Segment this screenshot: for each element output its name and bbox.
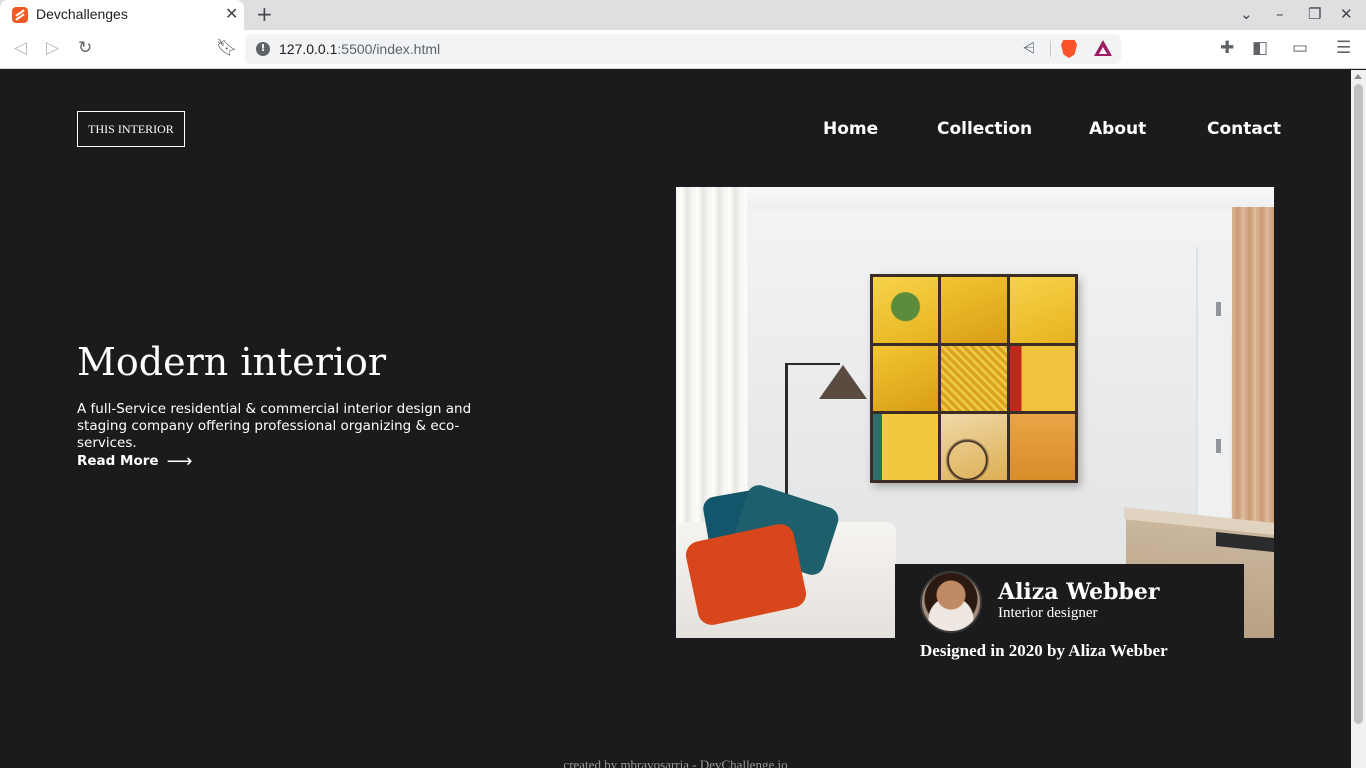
share-icon[interactable]: ⩤ — [1023, 39, 1035, 57]
designer-name: Aliza Webber — [998, 579, 1160, 605]
back-arrow-icon[interactable]: ◁ — [14, 38, 27, 58]
designer-credit: Designed in 2020 by Aliza Webber — [920, 641, 1168, 660]
forward-arrow-icon[interactable]: ▷ — [46, 38, 59, 58]
hero-description: A full-Service residential & commercial … — [77, 401, 472, 451]
room-ceiling — [676, 187, 1274, 209]
art-panel — [1009, 414, 1075, 480]
tab-close-icon[interactable]: ✕ — [225, 4, 238, 23]
art-panel — [873, 345, 939, 412]
door-hinge — [1216, 439, 1221, 453]
bookmark-icon[interactable]: 🔖︎ — [216, 38, 238, 58]
puzzle-icon[interactable]: ✚ — [1220, 38, 1234, 58]
art-panel — [1009, 345, 1075, 412]
yellow-wall-art — [870, 274, 1078, 483]
art-panel — [873, 277, 939, 343]
floor-lamp-stand — [785, 364, 788, 514]
nav-link-contact[interactable]: Contact — [1207, 119, 1281, 139]
read-more-label: Read More — [77, 453, 159, 469]
art-panel — [1009, 277, 1075, 343]
tab-search-chevron-icon[interactable]: ⌄ — [1240, 5, 1253, 23]
footer-credit: created by mbravosarria - DevChallenge.i… — [563, 757, 788, 768]
nav-link-home[interactable]: Home — [823, 119, 878, 139]
art-panel — [941, 277, 1007, 343]
url-host: 127.0.0.1 — [279, 41, 338, 57]
designer-card: Aliza Webber Interior designer Designed … — [895, 564, 1244, 683]
designer-avatar — [920, 571, 982, 633]
art-panel — [941, 414, 1007, 480]
minimize-window-icon[interactable]: – — [1276, 5, 1284, 23]
reload-icon[interactable]: ↻ — [78, 38, 92, 58]
page-content: THIS INTERIOR Home Collection About Cont… — [0, 70, 1351, 768]
designer-role: Interior designer — [998, 605, 1098, 621]
url-text[interactable]: 127.0.0.1:5500/index.html — [279, 41, 440, 57]
wallet-icon[interactable]: ▭ — [1292, 38, 1308, 58]
scroll-up-arrow-icon[interactable] — [1354, 74, 1362, 79]
read-more-link[interactable]: Read More ⟶ — [77, 451, 192, 472]
tab-title: Devchallenges — [36, 6, 128, 22]
brave-shield-icon[interactable] — [1061, 40, 1077, 58]
nav-link-about[interactable]: About — [1089, 119, 1146, 139]
site-logo[interactable]: THIS INTERIOR — [77, 111, 185, 147]
browser-tab-strip: Devchallenges ✕ + ⌄ – ❐ ✕ — [0, 0, 1366, 30]
art-panel — [941, 345, 1007, 412]
devchallenges-favicon-icon — [12, 7, 28, 23]
door-hinge — [1216, 302, 1221, 316]
new-tab-button[interactable]: + — [256, 2, 273, 26]
hamburger-menu-icon[interactable]: ☰ — [1336, 38, 1351, 58]
browser-tab-devchallenges[interactable]: Devchallenges ✕ — [0, 0, 244, 30]
scrollbar-thumb[interactable] — [1354, 84, 1363, 724]
page-scrollbar[interactable] — [1351, 70, 1366, 768]
url-path: :5500/index.html — [337, 41, 441, 57]
right-arrow-icon: ⟶ — [166, 451, 193, 472]
browser-toolbar: ◁ ▷ ↻ 🔖︎ ! 127.0.0.1:5500/index.html ⩤ ✚… — [0, 30, 1366, 69]
restore-window-icon[interactable]: ❐ — [1308, 5, 1321, 23]
brave-rewards-icon[interactable] — [1094, 40, 1112, 56]
nav-link-collection[interactable]: Collection — [937, 119, 1032, 139]
art-panel — [873, 414, 939, 480]
hero-title: Modern interior — [77, 340, 387, 384]
info-icon[interactable]: ! — [256, 42, 270, 56]
floor-lamp-shade — [819, 365, 867, 399]
address-bar[interactable]: ! 127.0.0.1:5500/index.html ⩤ — [245, 34, 1121, 64]
address-bar-divider — [1050, 41, 1051, 57]
sidebar-icon[interactable]: ◧ — [1252, 38, 1268, 58]
close-window-icon[interactable]: ✕ — [1340, 5, 1353, 23]
